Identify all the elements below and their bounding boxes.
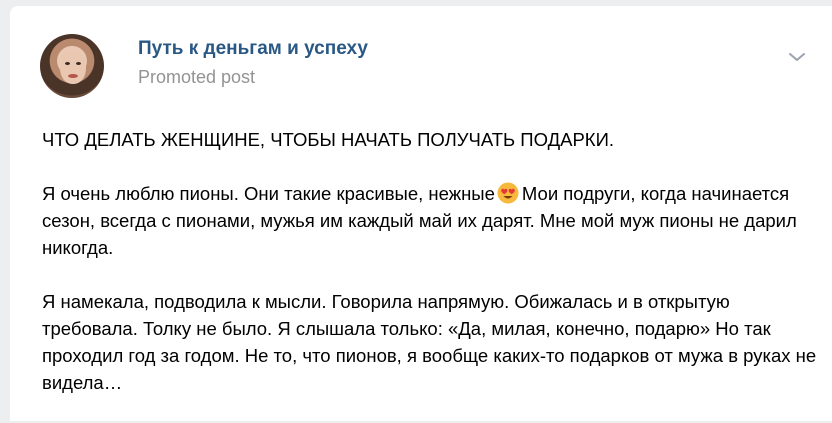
group-name-link[interactable]: Путь к деньгам и успеху — [138, 37, 368, 61]
post-paragraph-1: Я очень люблю пионы. Они такие красивые,… — [42, 180, 822, 261]
group-avatar[interactable] — [40, 34, 104, 98]
paragraph-1-start: Я очень люблю пионы. Они такие красивые,… — [42, 183, 495, 204]
avatar-eye-left — [65, 62, 70, 65]
avatar-face — [60, 50, 86, 84]
avatar-eye-right — [76, 62, 81, 65]
chevron-down-icon[interactable] — [788, 48, 806, 66]
post-type-label: Promoted post — [138, 67, 256, 87]
post-text: ЧТО ДЕЛАТЬ ЖЕНЩИНЕ, ЧТОБЫ НАЧАТЬ ПОЛУЧАТ… — [42, 126, 822, 423]
post-header: Путь к деньгам и успеху Promoted post — [40, 26, 368, 106]
heart-eyes-emoji-icon — [497, 182, 519, 204]
post-heading: ЧТО ДЕЛАТЬ ЖЕНЩИНЕ, ЧТОБЫ НАЧАТЬ ПОЛУЧАТ… — [42, 129, 615, 150]
avatar-lips — [68, 74, 78, 78]
post-card: Путь к деньгам и успеху Promoted post ЧТ… — [10, 6, 832, 421]
post-titles: Путь к деньгам и успеху Promoted post — [138, 37, 368, 89]
post-paragraph-2: Я намекала, подводила к мысли. Говорила … — [42, 291, 817, 393]
